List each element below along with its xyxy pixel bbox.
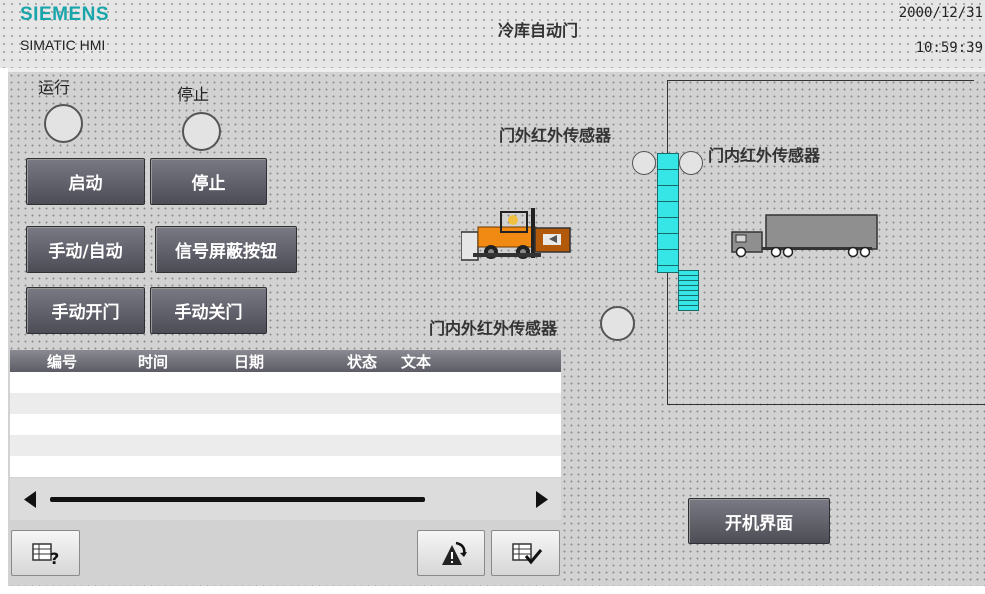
run-label: 运行 [38, 78, 71, 97]
scrollbar-thumb[interactable] [50, 497, 425, 502]
device-model: SIMATIC HMI [20, 37, 106, 53]
forklift-icon [461, 208, 571, 261]
table-row[interactable] [10, 435, 561, 456]
stop-button[interactable]: 停止 [150, 158, 267, 205]
brand-logo: SIEMENS [20, 4, 110, 25]
table-row[interactable] [10, 456, 561, 477]
table-row[interactable] [10, 393, 561, 414]
hmi-screen: SIEMENS SIMATIC HMI 冷库自动门 2000/12/31 10:… [0, 0, 985, 594]
inner-outer-sensor-label: 门内外红外传感器 [429, 319, 558, 338]
room-wall-bottom [667, 404, 985, 405]
room-wall-top [667, 80, 974, 81]
alarm-view: 编号 时间 日期 状态 文本 ? [10, 350, 561, 582]
acknowledge-icon [442, 541, 467, 565]
outer-sensor-label: 门外红外传感器 [499, 126, 612, 145]
cold-room-door [657, 153, 679, 273]
page-title: 冷库自动门 [498, 21, 579, 40]
door-lower-section [678, 270, 699, 311]
truck-icon [731, 214, 878, 258]
acknowledge-button[interactable] [417, 530, 485, 576]
edit-list-button[interactable] [491, 530, 560, 576]
outer-sensor-lamp [632, 151, 656, 175]
column-header-date[interactable]: 日期 [234, 351, 264, 372]
inner-sensor-lamp [679, 151, 703, 175]
manual-auto-button[interactable]: 手动/自动 [26, 226, 145, 273]
help-button[interactable]: ? [11, 530, 80, 576]
stop-indicator-lamp [182, 112, 221, 151]
stop-label: 停止 [177, 85, 210, 104]
horizontal-scrollbar[interactable] [10, 478, 561, 520]
run-indicator-lamp [44, 104, 83, 143]
column-header-status[interactable]: 状态 [347, 351, 377, 372]
startup-screen-button[interactable]: 开机界面 [688, 498, 830, 544]
time-display: 10:59:39 [915, 40, 983, 56]
help-icon: ? [32, 543, 59, 566]
inner-sensor-label: 门内红外传感器 [708, 146, 821, 165]
column-header-time[interactable]: 时间 [138, 351, 168, 372]
inner-outer-sensor-lamp [600, 306, 635, 341]
table-row[interactable] [10, 372, 561, 393]
arrow-left-icon[interactable] [24, 491, 36, 508]
table-row[interactable] [10, 414, 561, 435]
start-button[interactable]: 启动 [26, 158, 145, 205]
svg-text:?: ? [50, 549, 59, 566]
column-header-text[interactable]: 文本 [401, 351, 431, 372]
date-display: 2000/12/31 [898, 5, 983, 21]
edit-list-icon [512, 543, 543, 565]
manual-open-button[interactable]: 手动开门 [26, 287, 145, 334]
arrow-right-icon[interactable] [536, 491, 548, 508]
column-header-number[interactable]: 编号 [47, 351, 77, 372]
header-bar: SIEMENS SIMATIC HMI 冷库自动门 2000/12/31 10:… [0, 0, 985, 68]
signal-mask-button[interactable]: 信号屏蔽按钮 [155, 226, 297, 273]
manual-close-button[interactable]: 手动关门 [150, 287, 267, 334]
alarm-table-header: 编号 时间 日期 状态 文本 [10, 350, 561, 372]
